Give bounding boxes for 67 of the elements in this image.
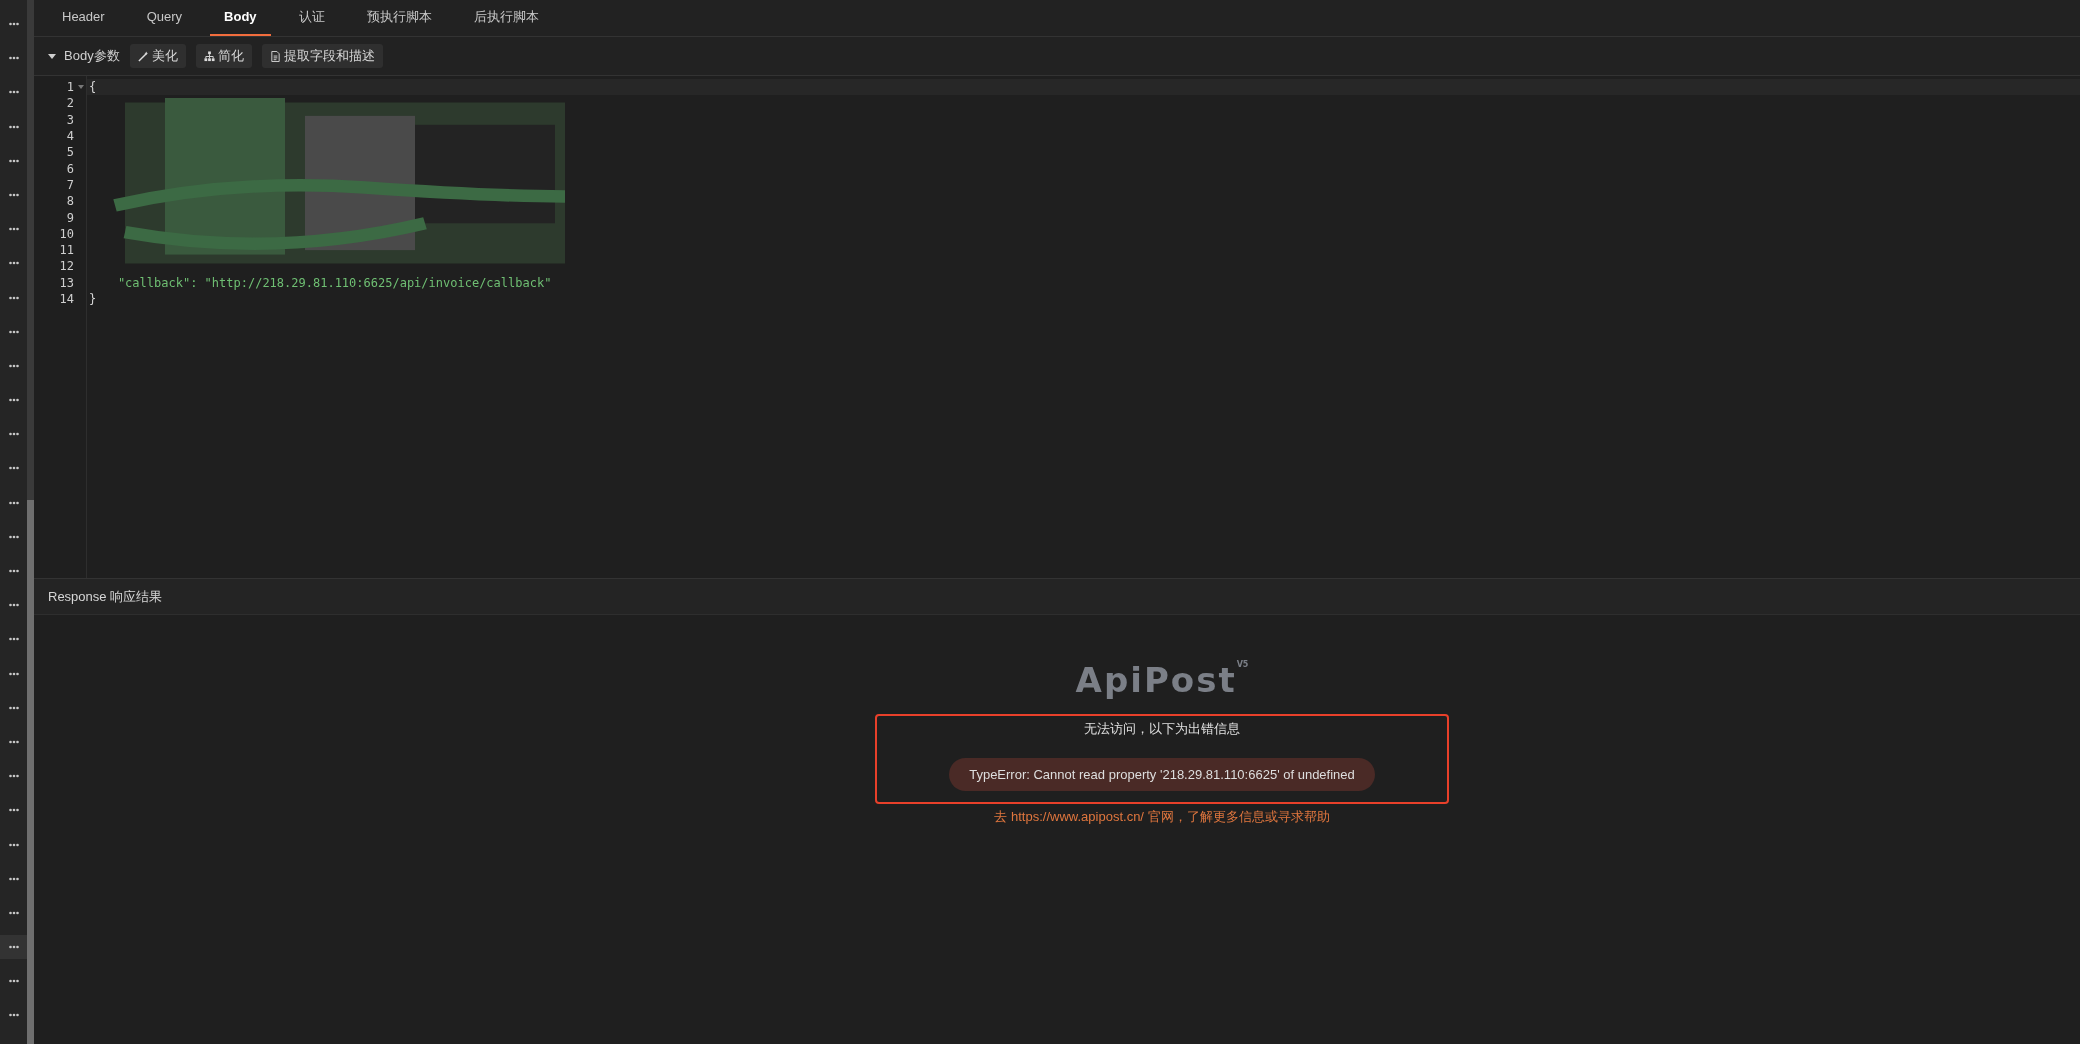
- more-icon[interactable]: [8, 979, 19, 984]
- line-number: 7: [66, 177, 74, 192]
- toolbar-button[interactable]: 提取字段和描述: [261, 44, 383, 68]
- logo: ApiPost$^{V5}$: [1075, 660, 1249, 700]
- more-icon[interactable]: [8, 192, 19, 197]
- tab[interactable]: 后执行脚本: [459, 0, 553, 36]
- section-title: Body参数: [64, 47, 120, 65]
- caret-icon[interactable]: [48, 53, 56, 59]
- line-number: 8: [66, 194, 74, 209]
- line-number: 6: [66, 161, 74, 176]
- line-number: 14: [59, 292, 74, 306]
- more-icon[interactable]: [8, 637, 19, 642]
- scrollbar-thumb[interactable]: [27, 500, 34, 1044]
- more-icon[interactable]: [8, 808, 19, 813]
- website-link[interactable]: https://www.apipost.cn/: [1011, 809, 1144, 824]
- line-number: 10: [59, 226, 74, 241]
- more-icon[interactable]: [8, 124, 19, 129]
- more-icon[interactable]: [8, 90, 19, 95]
- more-icon[interactable]: [8, 842, 19, 847]
- more-icon[interactable]: [8, 739, 19, 744]
- more-icon[interactable]: [8, 603, 19, 608]
- line-number: 3: [66, 112, 74, 127]
- line-number: 5: [66, 145, 74, 160]
- toolbar-button[interactable]: 美化: [129, 44, 186, 68]
- panel-title: Response 响应结果: [48, 587, 163, 606]
- more-icon[interactable]: [8, 432, 19, 437]
- more-icon[interactable]: [8, 1013, 19, 1018]
- document-icon: [269, 50, 281, 62]
- more-icon[interactable]: [8, 398, 19, 403]
- more-icon[interactable]: [8, 705, 19, 710]
- more-icon[interactable]: [8, 295, 19, 300]
- more-icon[interactable]: [8, 534, 19, 539]
- more-icon[interactable]: [8, 363, 19, 368]
- help-text: 去 https://www.apipost.cn/ 官网，了解更多信息或寻求帮助: [994, 808, 1330, 826]
- code-text: }: [89, 291, 97, 306]
- line-number: 12: [59, 259, 74, 274]
- more-icon[interactable]: [8, 774, 19, 779]
- line-number: 4: [66, 129, 74, 144]
- tab[interactable]: 预执行脚本: [352, 0, 446, 36]
- more-icon[interactable]: [8, 56, 19, 61]
- more-icon[interactable]: [8, 466, 19, 471]
- more-icon[interactable]: [8, 500, 19, 505]
- more-icon[interactable]: [8, 261, 19, 266]
- hierarchy-icon: [203, 50, 215, 62]
- tab[interactable]: 认证: [284, 0, 339, 36]
- line-number: 13: [59, 275, 74, 290]
- toolbar-button[interactable]: 简化: [195, 44, 252, 68]
- wand-icon: [137, 50, 149, 62]
- more-icon[interactable]: [8, 569, 19, 573]
- more-icon[interactable]: [8, 671, 19, 676]
- fold-icon[interactable]: [78, 85, 84, 89]
- line-number: 2: [66, 96, 74, 111]
- code-text: {: [89, 80, 97, 94]
- more-icon[interactable]: [8, 910, 19, 915]
- tab[interactable]: Query: [132, 0, 197, 36]
- code-text: "callback": "http://218.29.81.110:6625/api/invoice/callback": [116, 275, 552, 290]
- line-number: 11: [59, 243, 74, 258]
- line-number: 1: [66, 80, 74, 95]
- more-icon[interactable]: [8, 158, 19, 163]
- more-icon[interactable]: [8, 876, 19, 881]
- error-message: TypeError: Cannot read property '218.29.81.110:6625' of undefined: [949, 758, 1375, 791]
- more-icon[interactable]: [8, 329, 19, 334]
- error-title: 无法访问，以下为出错信息: [1084, 720, 1240, 738]
- more-icon[interactable]: [8, 22, 19, 26]
- line-number: 9: [66, 210, 74, 225]
- more-icon[interactable]: [8, 227, 19, 232]
- tab[interactable]: Header: [48, 0, 119, 36]
